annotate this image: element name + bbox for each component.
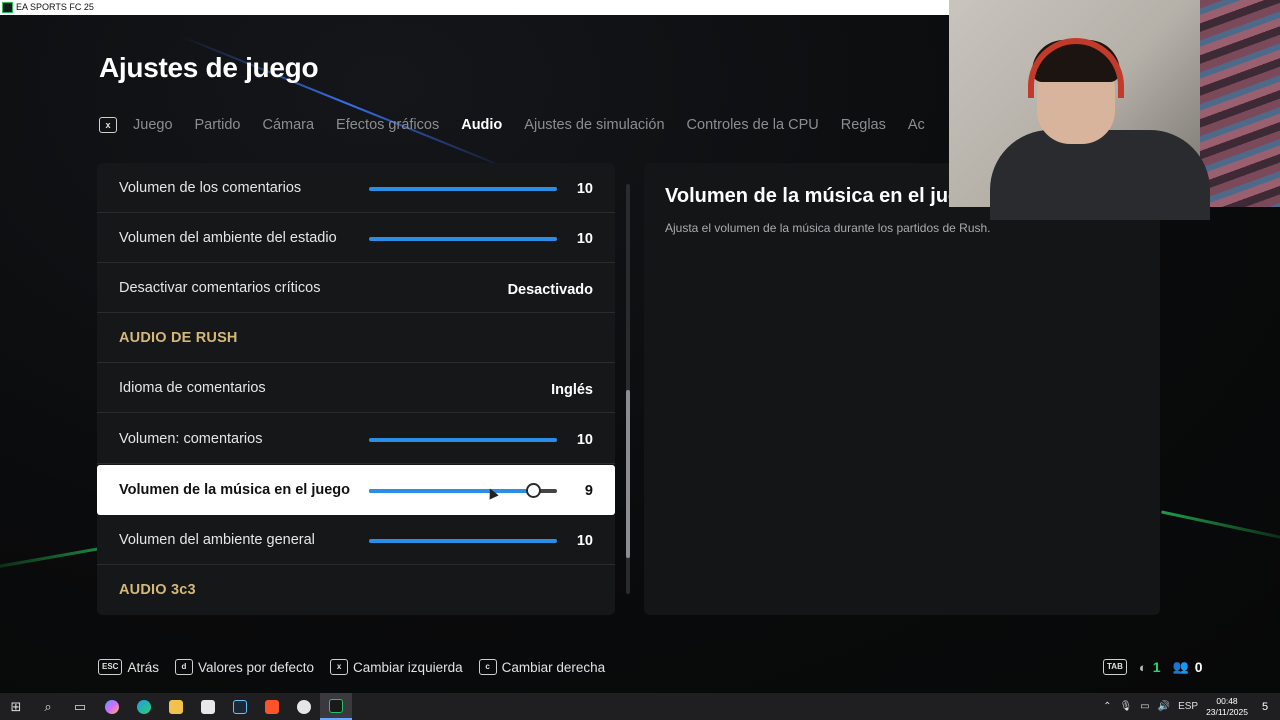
setting-label: Idioma de comentarios bbox=[119, 380, 266, 396]
streamer-body bbox=[990, 130, 1210, 220]
tab-juego[interactable]: Juego bbox=[133, 117, 173, 133]
copilot-icon[interactable] bbox=[96, 693, 128, 720]
setting-row-comentarios-criticos[interactable]: Desactivar comentarios críticos Desactiv… bbox=[97, 263, 615, 313]
tab-reglas[interactable]: Reglas bbox=[841, 117, 886, 133]
hint-defaults[interactable]: d Valores por defecto bbox=[174, 659, 315, 675]
folder-icon[interactable] bbox=[160, 693, 192, 720]
hint-label: Cambiar izquierda bbox=[353, 659, 463, 675]
hud-status: TAB ◐ 1 👥 0 bbox=[1103, 658, 1203, 676]
tab-key-icon[interactable]: TAB bbox=[1103, 659, 1127, 675]
setting-value: 10 bbox=[576, 432, 593, 448]
tab-controles-cpu[interactable]: Controles de la CPU bbox=[687, 117, 819, 133]
tab-left-key[interactable]: x bbox=[99, 117, 117, 133]
tab-ajustes-simulacion[interactable]: Ajustes de simulación bbox=[524, 117, 664, 133]
network-icon[interactable]: ▭ bbox=[1140, 701, 1149, 712]
search-icon[interactable]: ⌕ bbox=[32, 693, 64, 720]
windows-taskbar: ⊞ ⌕ ▭ ⌃ 🎙 ▭ 🔊 ESP 00:48 23/11/2025 5 bbox=[0, 693, 1280, 720]
section-audio-rush: AUDIO DE RUSH bbox=[97, 313, 615, 363]
esc-key-icon: ESC bbox=[98, 659, 123, 675]
taskbar-clock[interactable]: 00:48 23/11/2025 bbox=[1206, 696, 1248, 718]
settings-tabs: x Juego Partido Cámara Efectos gráficos … bbox=[99, 114, 925, 136]
chevron-up-icon[interactable]: ⌃ bbox=[1103, 701, 1111, 712]
section-heading: AUDIO 3c3 bbox=[119, 582, 196, 598]
notification-icon[interactable]: 5 bbox=[1256, 698, 1274, 716]
setting-label: Volumen del ambiente general bbox=[119, 532, 315, 548]
setting-row-ambiente-estadio[interactable]: Volumen del ambiente del estadio 10 bbox=[97, 213, 615, 263]
window-title: EA SPORTS FC 25 bbox=[16, 2, 94, 12]
volume-slider[interactable] bbox=[369, 483, 557, 498]
page-title: Ajustes de juego bbox=[99, 52, 319, 83]
setting-value: Desactivado bbox=[507, 282, 593, 298]
setting-row-ambiente-general[interactable]: Volumen del ambiente general 10 bbox=[97, 515, 615, 565]
x-key-icon: x bbox=[330, 659, 349, 675]
setting-label: Volumen de la música en el juego bbox=[119, 482, 350, 498]
steam-icon[interactable] bbox=[224, 693, 256, 720]
volume-slider[interactable] bbox=[369, 438, 557, 442]
setting-value: 9 bbox=[584, 483, 593, 499]
detail-description: Ajusta el volumen de la música durante l… bbox=[665, 221, 991, 235]
clock-time: 00:48 bbox=[1216, 695, 1238, 706]
setting-label: Desactivar comentarios críticos bbox=[119, 280, 321, 296]
hint-back[interactable]: ESC Atrás bbox=[98, 659, 159, 675]
setting-label: Volumen del ambiente del estadio bbox=[119, 230, 337, 246]
setting-value: Inglés bbox=[551, 382, 593, 398]
clock-date: 23/11/2025 bbox=[1206, 706, 1248, 717]
tab-accesibilidad[interactable]: Ac bbox=[908, 117, 925, 133]
store-icon[interactable] bbox=[192, 693, 224, 720]
setting-value: 10 bbox=[576, 181, 593, 197]
c-key-icon: c bbox=[478, 659, 497, 675]
setting-row-musica-juego[interactable]: Volumen de la música en el juego 9 bbox=[97, 465, 615, 515]
settings-list: Volumen de los comentarios 10 Volumen de… bbox=[97, 163, 615, 615]
setting-value: 10 bbox=[576, 533, 593, 549]
setting-row-volumen-comentarios-rush[interactable]: Volumen: comentarios 10 bbox=[97, 414, 615, 464]
webcam-background-curtain bbox=[1200, 0, 1280, 207]
tab-camara[interactable]: Cámara bbox=[262, 117, 314, 133]
notification-count: 5 bbox=[1261, 700, 1269, 713]
volume-slider[interactable] bbox=[369, 237, 557, 241]
hint-label: Valores por defecto bbox=[197, 659, 315, 675]
hint-label: Cambiar derecha bbox=[501, 659, 606, 675]
hint-switch-left[interactable]: x Cambiar izquierda bbox=[330, 659, 463, 675]
microphone-icon[interactable]: 🎙 bbox=[1119, 701, 1132, 712]
xbox-icon[interactable] bbox=[288, 693, 320, 720]
friends-icon[interactable]: 👥 bbox=[1173, 659, 1189, 675]
setting-row-idioma-comentarios[interactable]: Idioma de comentarios Inglés bbox=[97, 363, 615, 413]
setting-label: Volumen de los comentarios bbox=[119, 180, 302, 196]
tab-partido[interactable]: Partido bbox=[195, 117, 241, 133]
start-icon[interactable]: ⊞ bbox=[0, 693, 32, 720]
hint-label: Atrás bbox=[127, 659, 159, 675]
ea-fc-icon[interactable] bbox=[320, 693, 352, 720]
green-light-right bbox=[1161, 510, 1280, 543]
setting-value: 10 bbox=[576, 231, 593, 247]
tab-efectos-graficos[interactable]: Efectos gráficos bbox=[336, 117, 439, 133]
slider-handle[interactable] bbox=[525, 483, 541, 498]
edge-icon[interactable] bbox=[128, 693, 160, 720]
task-view-icon[interactable]: ▭ bbox=[64, 693, 96, 720]
keyboard-language[interactable]: ESP bbox=[1178, 701, 1198, 712]
online-count: 1 bbox=[1152, 659, 1161, 675]
settings-scrollbar[interactable] bbox=[626, 184, 630, 594]
button-hints: ESC Atrás d Valores por defecto x Cambia… bbox=[98, 658, 621, 676]
hint-switch-right[interactable]: c Cambiar derecha bbox=[478, 659, 606, 675]
scrollbar-thumb[interactable] bbox=[626, 390, 630, 558]
friends-count: 0 bbox=[1194, 659, 1203, 675]
volume-slider[interactable] bbox=[369, 187, 557, 191]
d-key-icon: d bbox=[174, 659, 193, 675]
setting-row-volumen-comentarios[interactable]: Volumen de los comentarios 10 bbox=[97, 163, 615, 213]
section-audio-3c3: AUDIO 3c3 bbox=[97, 565, 615, 615]
volume-icon[interactable]: 🔊 bbox=[1158, 701, 1170, 712]
brave-icon[interactable] bbox=[256, 693, 288, 720]
volume-slider[interactable] bbox=[369, 539, 557, 543]
setting-label: Volumen: comentarios bbox=[119, 431, 263, 447]
detail-title: Volumen de la música en el juego bbox=[665, 185, 984, 207]
controller-icon: ◐ bbox=[1138, 659, 1147, 675]
system-tray: ⌃ 🎙 ▭ 🔊 ESP 00:48 23/11/2025 5 bbox=[1103, 693, 1280, 720]
section-heading: AUDIO DE RUSH bbox=[119, 330, 238, 346]
app-icon bbox=[2, 2, 13, 13]
tab-audio[interactable]: Audio bbox=[461, 117, 502, 133]
setting-detail-panel: Volumen de la música en el juego Ajusta … bbox=[644, 163, 1160, 615]
